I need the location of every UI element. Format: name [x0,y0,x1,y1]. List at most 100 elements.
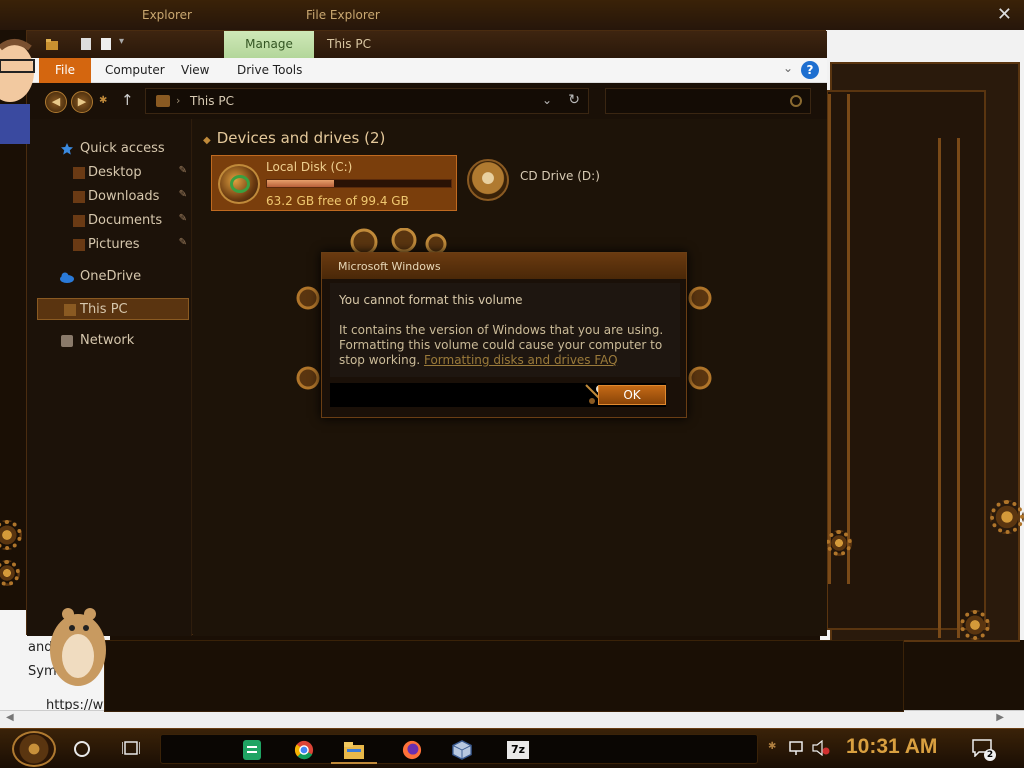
task-view-icon[interactable] [122,740,140,756]
back-arrow-icon[interactable]: ◀ [45,91,67,113]
sidebar-item-label: Network [80,333,135,348]
desktop-folder-icon [73,167,85,179]
address-field[interactable]: › This PC ⌄ ↻ [145,88,589,114]
onedrive-cloud-icon [60,272,74,283]
tab-view[interactable]: View [181,63,209,77]
folder-icon[interactable] [45,37,59,51]
volume-muted-icon[interactable] [812,740,830,756]
format-error-dialog: Microsoft Windows You cannot format this… [321,252,687,418]
network-status-icon[interactable] [788,739,806,757]
gear-icon [0,560,20,586]
recent-locations-icon[interactable]: ✱ [99,95,107,106]
gear-icon [0,520,22,550]
sidebar-item-label: Documents [88,213,163,228]
virtualbox-icon [452,740,472,760]
sidebar-item-pictures[interactable]: Pictures ✎ [27,234,191,256]
section-title: Devices and drives (2) [216,129,386,147]
documents-folder-icon [73,215,85,227]
ok-button[interactable]: OK [598,385,666,405]
taskbar-app-virtualbox[interactable] [439,736,485,764]
background-explorer-titlebar: Explorer File Explorer ✕ [0,0,1024,30]
search-icon [790,95,802,107]
help-button[interactable]: ? [801,61,819,79]
sidebar-item-downloads[interactable]: Downloads ✎ [27,186,191,208]
sidebar-item-label: Quick access [80,141,165,156]
show-hidden-icons-icon[interactable]: ✱ [768,741,776,752]
sidebar-item-onedrive[interactable]: OneDrive [27,266,191,288]
background-title-file-explorer: File Explorer [306,8,380,22]
sidebar-item-label: This PC [80,302,128,317]
background-window-ghost-bottom [104,640,904,712]
hamster-character [50,608,106,686]
firefox-icon [402,740,422,760]
up-arrow-icon[interactable]: ↑ [121,91,134,109]
address-bar-row: ◀ ▶ ✱ ↑ › This PC ⌄ ↻ [27,83,827,119]
sidebar-item-network[interactable]: Network [27,330,191,352]
tab-computer[interactable]: Computer [105,63,165,77]
sidebar-item-this-pc[interactable]: This PC [37,298,189,320]
tab-drive-tools[interactable]: Drive Tools [237,63,302,77]
dialog-main-instruction: You cannot format this volume [339,293,523,307]
search-input[interactable] [605,88,811,114]
taskbar-clock[interactable]: 10:31 AM [846,735,937,759]
cd-drive-icon[interactable] [467,159,509,201]
chevron-down-icon[interactable]: ▾ [119,36,124,47]
computer-icon [156,95,170,107]
breadcrumb-separator-icon: › [176,94,181,107]
section-header-devices[interactable]: ◆ Devices and drives (2) [203,129,385,147]
tab-file[interactable]: File [39,58,91,83]
window-titlebar[interactable]: ▾ Manage This PC [27,31,827,58]
taskbar-app-sheets[interactable] [229,736,275,764]
close-icon[interactable]: ✕ [997,4,1012,25]
pin-icon[interactable]: ✎ [179,165,187,176]
scroll-left-icon[interactable]: ◀ [6,712,14,723]
decorative-pipe-frame [828,94,850,584]
notification-center-button[interactable]: 2 [972,739,996,761]
sidebar-item-label: Desktop [88,165,142,180]
sidebar-item-label: Downloads [88,189,160,204]
sidebar-item-label: OneDrive [80,269,142,284]
computer-icon [64,304,76,316]
system-tray: ✱ [768,739,848,759]
gear-icon [960,610,990,640]
expand-ribbon-icon[interactable]: ⌄ [783,61,793,75]
taskbar-app-file-explorer[interactable] [331,736,377,764]
new-folder-icon[interactable] [99,37,113,51]
ribbon-tabs: File Computer View Drive Tools ⌄ ? [27,58,827,83]
tab-manage[interactable]: Manage [224,31,314,58]
cortana-search-icon[interactable] [74,741,90,757]
breadcrumb-this-pc[interactable]: This PC [190,94,234,108]
taskbar-app-7zip[interactable]: 7z [495,736,541,764]
pin-icon[interactable]: ✎ [179,189,187,200]
formatting-faq-link[interactable]: Formatting disks and drives FAQ [424,353,618,367]
taskbar-app-chrome[interactable] [281,736,327,764]
sidebar-item-quick-access[interactable]: Quick access [27,138,191,160]
dialog-content: It contains the version of Windows that … [339,323,669,368]
taskbar-apps: 7z [160,734,758,764]
decorative-pipe-frame [938,138,960,638]
pictures-folder-icon [73,239,85,251]
horizontal-scrollbar[interactable]: ◀ ▶ [0,710,1024,728]
downloads-folder-icon [73,191,85,203]
sidebar-item-documents[interactable]: Documents ✎ [27,210,191,232]
cartoon-character-avatar [0,39,35,144]
properties-icon[interactable] [79,37,93,51]
dialog-titlebar[interactable]: Microsoft Windows [322,253,686,279]
taskbar-app-firefox[interactable] [389,736,435,764]
drive-local-disk-c[interactable]: Local Disk (C:) 63.2 GB free of 99.4 GB [211,155,457,211]
scroll-right-icon[interactable]: ▶ [996,712,1004,723]
navigation-pane: Quick access Desktop ✎ Downloads ✎ Docum… [27,119,192,636]
drive-cd-d-label[interactable]: CD Drive (D:) [520,169,600,183]
drive-usage-bar [266,179,452,188]
dialog-title: Microsoft Windows [338,260,441,273]
chevron-down-icon[interactable]: ⌄ [542,93,552,107]
forward-arrow-icon[interactable]: ▶ [71,91,93,113]
sheets-icon [243,740,261,760]
pin-icon[interactable]: ✎ [179,213,187,224]
sidebar-item-desktop[interactable]: Desktop ✎ [27,162,191,184]
start-button[interactable] [12,731,56,767]
pin-icon[interactable]: ✎ [179,237,187,248]
taskbar: 7z ✱ 10:31 AM 2 [0,728,1024,768]
chrome-icon [294,740,314,760]
refresh-icon[interactable]: ↻ [568,92,580,108]
